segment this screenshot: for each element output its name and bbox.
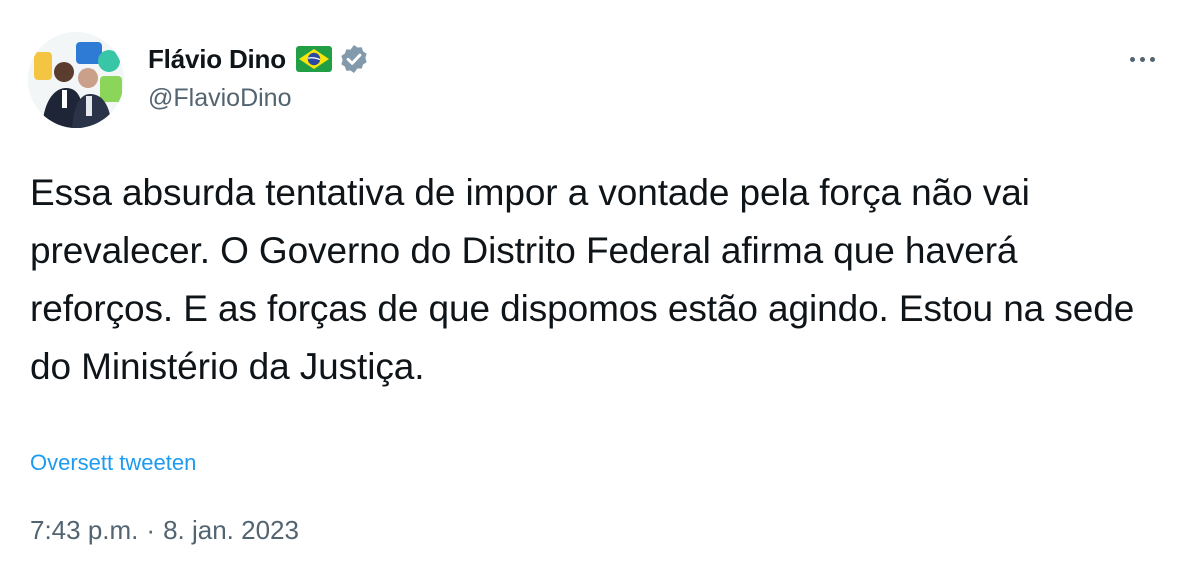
more-options-icon[interactable]: [1120, 44, 1164, 74]
avatar-photo: [28, 32, 124, 128]
author-handle[interactable]: @FlavioDino: [148, 84, 291, 113]
brazil-flag-icon: [295, 46, 332, 72]
author-avatar[interactable]: [28, 32, 124, 128]
translate-tweet-link[interactable]: Oversett tweeten: [30, 450, 196, 476]
tweet-text: Essa absurda tentativa de impor a vontad…: [30, 172, 1135, 387]
author-name-row: Flávio Dino: [148, 42, 370, 76]
author-name[interactable]: Flávio Dino: [148, 44, 286, 75]
verified-badge-icon: [338, 43, 370, 75]
tweet-time[interactable]: 7:43 p.m.: [30, 515, 138, 546]
tweet-date[interactable]: 8. jan. 2023: [163, 515, 299, 546]
meta-separator: ·: [146, 515, 156, 545]
tweet-card: Flávio Dino @FlavioDino Essa absurda ten…: [0, 0, 1192, 584]
tweet-meta: 7:43 p.m. · 8. jan. 2023: [30, 515, 299, 546]
